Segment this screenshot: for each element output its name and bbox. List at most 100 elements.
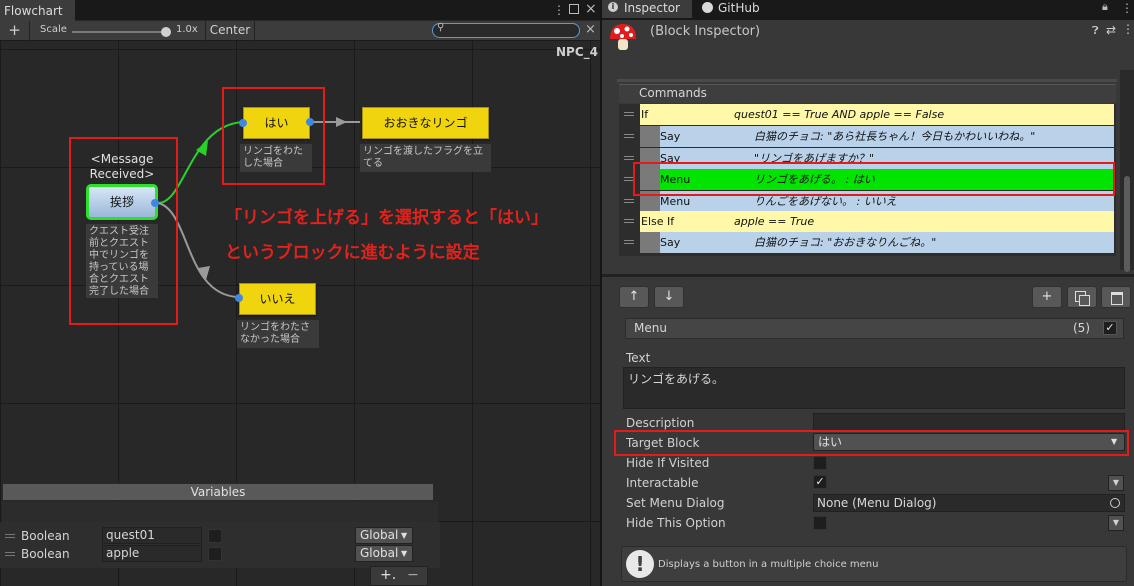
- tab-github[interactable]: GitHub: [700, 0, 790, 18]
- indent-marker: [640, 232, 660, 253]
- block-no[interactable]: いいえ: [239, 283, 316, 315]
- drag-handle-icon[interactable]: [624, 134, 634, 138]
- tab-inspector-label: Inspector: [624, 1, 680, 15]
- more-options-icon[interactable]: ⋮: [1122, 22, 1134, 36]
- drag-handle-icon[interactable]: [5, 534, 15, 538]
- command-title-bar: Menu (5) ✓: [625, 318, 1124, 339]
- lock-icon[interactable]: 🔒︎: [1102, 0, 1108, 14]
- variable-scope-value: Global: [360, 528, 399, 542]
- drag-handle-icon[interactable]: [624, 112, 634, 116]
- move-up-button[interactable]: ↑: [619, 286, 649, 308]
- commands-scrollbar[interactable]: [1120, 70, 1134, 272]
- variable-row[interactable]: Boolean quest01 Global ▼: [0, 527, 440, 545]
- command-content: 白猫のチョコ: "あら社長ちゃん！今日もかわいいわね。": [754, 130, 1036, 143]
- variable-scope-dropdown[interactable]: Global ▼: [355, 545, 413, 562]
- hide-this-option-options-icon[interactable]: ▼: [1108, 515, 1124, 531]
- variable-name-field[interactable]: quest01: [102, 527, 202, 544]
- command-name: Say: [660, 130, 681, 143]
- set-menu-dialog-value: None (Menu Dialog): [817, 496, 937, 510]
- variables-header-spacer: [2, 502, 438, 522]
- variable-type: Boolean: [21, 529, 70, 543]
- add-variable-button[interactable]: +.: [380, 567, 396, 583]
- command-name: Say: [660, 236, 681, 249]
- command-name: If: [641, 108, 649, 121]
- arrow-yes-bigapple: [336, 117, 347, 127]
- command-row[interactable]: Else If apple == True: [640, 211, 1114, 232]
- description-label: Description: [626, 416, 695, 430]
- hide-if-visited-label: Hide If Visited: [626, 456, 710, 470]
- variables-panel: Variables Boolean quest01 Global ▼ Boolea…: [0, 482, 440, 586]
- description-field[interactable]: [813, 413, 1125, 431]
- tab-github-label: GitHub: [718, 1, 760, 15]
- annotation-line-2: というブロックに進むように設定: [225, 243, 480, 263]
- delete-command-button[interactable]: [1101, 286, 1131, 308]
- interactable-checkbox[interactable]: ✓: [813, 475, 827, 489]
- variable-value-checkbox[interactable]: [208, 547, 222, 561]
- block-big-apple-description: リンゴを渡したフラグを立てる: [360, 144, 491, 172]
- drag-handle-icon[interactable]: [624, 219, 634, 223]
- help-box: ! Displays a button in a multiple choice…: [621, 546, 1127, 582]
- inspector-splitter[interactable]: [602, 274, 1134, 277]
- drag-handle-icon[interactable]: [624, 240, 634, 244]
- dropdown-arrow-icon: ▼: [401, 549, 408, 558]
- inspector-title: (Block Inspector): [650, 24, 761, 39]
- variables-header[interactable]: Variables: [2, 483, 434, 501]
- annotation-line-1: 「リンゴを上げる」を選択すると「はい」: [225, 208, 548, 228]
- flowchart-panel: Flowchart ⋮ × + Scale 1.0x Center ⚲ × NP…: [0, 0, 600, 586]
- dropdown-arrow-icon: ▼: [401, 531, 408, 540]
- info-icon: i: [608, 2, 618, 12]
- object-picker-icon[interactable]: [1110, 498, 1120, 508]
- hide-if-visited-checkbox[interactable]: [813, 456, 827, 470]
- variable-row[interactable]: Boolean apple Global ▼: [0, 545, 440, 563]
- tab-inspector[interactable]: i Inspector: [602, 0, 692, 18]
- variable-scope-dropdown[interactable]: Global ▼: [355, 527, 413, 544]
- duplicate-command-button[interactable]: [1067, 286, 1097, 308]
- command-row[interactable]: Say 白猫のチョコ: "おおきなりんごね。": [640, 232, 1114, 253]
- remove-variable-button[interactable]: −: [407, 567, 419, 583]
- text-label: Text: [626, 351, 651, 365]
- commands-scrollbar-thumb[interactable]: [1124, 176, 1130, 272]
- help-icon[interactable]: ❓︎: [1092, 24, 1099, 38]
- drag-handle-icon[interactable]: [624, 199, 634, 203]
- github-icon: [702, 2, 713, 13]
- settings-icon[interactable]: ⇄: [1106, 23, 1116, 37]
- block-big-apple[interactable]: おおきなリンゴ: [362, 107, 489, 139]
- info-icon: !: [626, 550, 654, 578]
- set-menu-dialog-label: Set Menu Dialog: [626, 496, 725, 510]
- command-content: 白猫のチョコ: "おおきなりんごね。": [754, 236, 937, 249]
- more-options-icon[interactable]: ⋮: [1121, 1, 1133, 15]
- text-area[interactable]: リンゴをあげる。: [623, 367, 1125, 409]
- command-content: quest01 == True AND apple == False: [734, 108, 945, 121]
- commands-header: Commands: [619, 84, 1116, 103]
- variable-type: Boolean: [21, 547, 70, 561]
- variable-name-field[interactable]: apple: [102, 545, 202, 562]
- add-command-button[interactable]: +: [1032, 286, 1062, 308]
- move-down-button[interactable]: ↓: [654, 286, 684, 308]
- block-no-input-dot[interactable]: [235, 294, 243, 302]
- variable-scope-value: Global: [360, 546, 399, 560]
- hide-this-option-label: Hide This Option: [626, 516, 726, 530]
- command-row[interactable]: If quest01 == True AND apple == False: [640, 104, 1114, 125]
- mushroom-icon: [608, 22, 638, 52]
- command-name: Else If: [641, 215, 675, 228]
- drag-handle-icon[interactable]: [624, 156, 634, 160]
- command-index: (5): [1073, 321, 1090, 335]
- drag-handle-icon[interactable]: [5, 552, 15, 556]
- highlight-yes-block: [222, 87, 325, 185]
- duplicate-icon-front: [1079, 295, 1090, 306]
- command-row[interactable]: Say 白猫のチョコ: "あら社長ちゃん！今日もかわいいわね。": [640, 126, 1114, 147]
- commands-top-rule: [617, 79, 1117, 82]
- interactable-label: Interactable: [626, 476, 699, 490]
- hide-this-option-checkbox[interactable]: [813, 516, 827, 530]
- commands-header-label: Commands: [639, 86, 707, 100]
- set-menu-dialog-field[interactable]: None (Menu Dialog): [813, 494, 1125, 512]
- variable-value-checkbox[interactable]: [208, 529, 222, 543]
- command-enabled-checkbox[interactable]: ✓: [1103, 321, 1117, 335]
- interactable-options-icon[interactable]: ▼: [1108, 475, 1124, 491]
- command-content: apple == True: [734, 215, 815, 228]
- block-no-description: リンゴをわたさなかった場合: [237, 320, 319, 348]
- variables-footer: +. −: [370, 566, 428, 586]
- indent-marker: [640, 126, 660, 147]
- trash-icon: [1111, 292, 1123, 305]
- highlight-greet-block: [69, 137, 178, 325]
